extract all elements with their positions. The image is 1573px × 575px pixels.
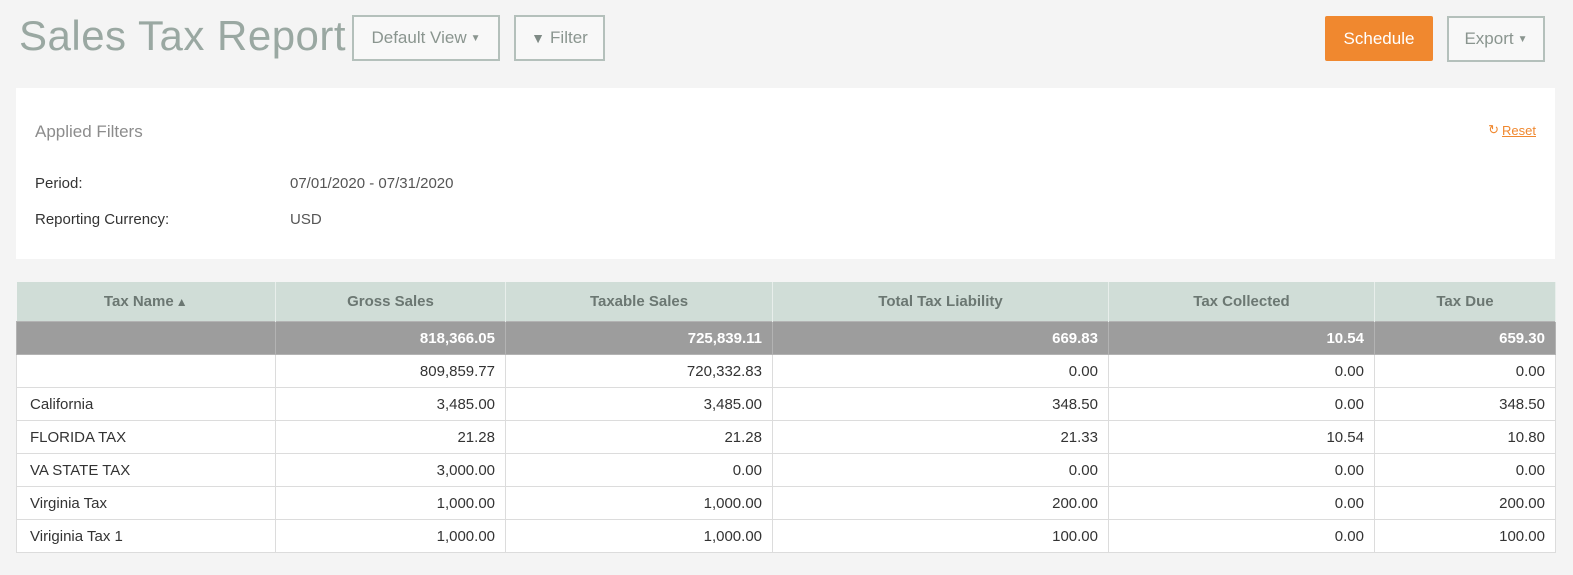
table-cell: 21.28 [275,420,506,454]
table-cell: 348.50 [772,387,1109,421]
table-cell: FLORIDA TAX [16,420,276,454]
table-row: Viriginia Tax 1 1,000.00 1,000.00 100.00 0.0… [16,519,1556,553]
table-cell: 0.00 [772,453,1109,487]
table-cell: 200.00 [1374,486,1556,520]
table-cell: 1,000.00 [275,486,506,520]
table-cell: 1,000.00 [505,486,773,520]
column-header-taxable-sales[interactable]: Taxable Sales [505,282,773,322]
column-header-tax-collected[interactable]: Tax Collected [1108,282,1375,322]
table-cell: 3,485.00 [505,387,773,421]
table-cell: 0.00 [772,354,1109,388]
table-cell: 0.00 [1108,486,1375,520]
table-cell: 809,859.77 [275,354,506,388]
table-cell: 725,839.11 [505,321,773,355]
table-cell: 0.00 [1108,354,1375,388]
schedule-button[interactable]: Schedule [1325,16,1433,61]
table-row: Virginia Tax 1,000.00 1,000.00 200.00 0.00 20… [16,486,1556,520]
page-title: Sales Tax Report [19,12,347,59]
table-cell: 1,000.00 [505,519,773,553]
table-cell: 10.54 [1108,420,1375,454]
table-cell: 720,332.83 [505,354,773,388]
table-cell: 10.54 [1108,321,1375,355]
table-cell: 0.00 [1108,387,1375,421]
table-cell: 348.50 [1374,387,1556,421]
table-cell: 10.80 [1374,420,1556,454]
tax-report-table-wrap: Tax Name ▲ Gross Sales Taxable Sales Tota… [16,282,1556,553]
table-cell: 3,485.00 [275,387,506,421]
table-row: California 3,485.00 3,485.00 348.50 0.00 348.… [16,387,1556,421]
table-cell: 100.00 [772,519,1109,553]
applied-filters-title: Applied Filters [35,122,143,141]
table-cell: 0.00 [1108,453,1375,487]
table-cell: 0.00 [1108,519,1375,553]
default-view-dropdown[interactable]: Default View ▼ [352,15,500,61]
table-cell: 0.00 [1374,354,1556,388]
table-cell: 3,000.00 [275,453,506,487]
table-cell: 818,366.05 [275,321,506,355]
tax-report-table: Tax Name ▲ Gross Sales Taxable Sales Tota… [16,282,1556,553]
table-row: VA STATE TAX 3,000.00 0.00 0.00 0.00 0.00 [16,453,1556,487]
refresh-icon: ↻ [1488,122,1500,137]
sort-ascending-icon: ▲ [175,295,188,309]
column-header-gross-sales[interactable]: Gross Sales [275,282,506,322]
table-row: 809,859.77 720,332.83 0.00 0.00 0.00 [16,354,1556,388]
caret-down-icon: ▼ [470,32,481,44]
reset-link[interactable]: ↻ Reset [1488,122,1536,138]
column-header-tax-due[interactable]: Tax Due [1374,282,1556,322]
reset-label: Reset [1502,122,1536,138]
table-cell: 669.83 [772,321,1109,355]
export-dropdown[interactable]: Export ▼ [1447,16,1545,62]
funnel-icon: ▼ [531,30,546,46]
schedule-label: Schedule [1343,28,1415,48]
column-header-tax-name[interactable]: Tax Name ▲ [16,282,276,322]
export-label: Export [1464,29,1514,48]
table-cell [16,321,276,355]
table-row: FLORIDA TAX 21.28 21.28 21.33 10.54 10.80 [16,420,1556,454]
table-cell: 659.30 [1374,321,1556,355]
table-cell: 100.00 [1374,519,1556,553]
table-cell: Viriginia Tax 1 [16,519,276,553]
table-cell: 1,000.00 [275,519,506,553]
currency-label: Reporting Currency: [35,211,170,228]
table-cell: 200.00 [772,486,1109,520]
table-cell: 0.00 [505,453,773,487]
default-view-label: Default View [371,28,467,47]
totals-row: 818,366.05 725,839.11 669.83 10.54 659.3… [16,321,1556,355]
page-header: Sales Tax Report Default View ▼ ▼ Filter… [0,0,1573,88]
filter-label: Filter [550,28,588,47]
applied-filters-panel: Applied Filters ↻ Reset Period: 07/01/20… [16,88,1555,259]
column-header-total-tax-liability[interactable]: Total Tax Liability [772,282,1109,322]
table-cell: 0.00 [1374,453,1556,487]
caret-down-icon: ▼ [1517,33,1528,45]
filter-button[interactable]: ▼ Filter [514,15,605,61]
table-cell: VA STATE TAX [16,453,276,487]
currency-value: USD [290,211,322,228]
table-header-row: Tax Name ▲ Gross Sales Taxable Sales Tota… [16,282,1556,322]
table-cell: 21.28 [505,420,773,454]
table-cell: California [16,387,276,421]
period-label: Period: [35,175,83,192]
table-cell: 21.33 [772,420,1109,454]
period-value: 07/01/2020 - 07/31/2020 [290,175,454,192]
table-cell: Virginia Tax [16,486,276,520]
table-cell [16,354,276,388]
